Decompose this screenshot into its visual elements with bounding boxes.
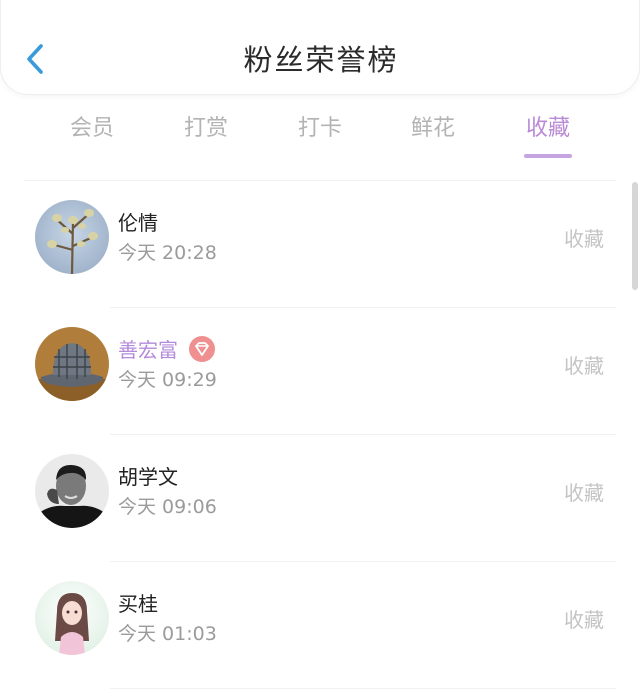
timestamp: 今天 20:28: [118, 242, 217, 264]
avatar[interactable]: [35, 454, 109, 528]
fan-honor-page: 粉丝荣誉榜 会员 打赏 打卡 鲜花 收藏 伦情 今天 20:28 收藏 善宏富 …: [0, 0, 640, 697]
tab-reward[interactable]: 打赏: [156, 110, 256, 148]
fan-name: 伦情: [118, 211, 158, 235]
fan-name: 善宏富: [118, 338, 178, 362]
fan-list: 伦情 今天 20:28 收藏 善宏富 今天 09:29 收藏 胡学文 今天 09…: [0, 181, 640, 689]
scrollbar[interactable]: [632, 182, 638, 290]
fan-name: 买桂: [118, 592, 158, 616]
divider: [110, 688, 616, 689]
timestamp: 今天 09:06: [118, 496, 217, 518]
list-item[interactable]: 伦情 今天 20:28 收藏: [0, 181, 640, 308]
action-label: 收藏: [564, 608, 604, 632]
action-label: 收藏: [564, 354, 604, 378]
list-item[interactable]: 善宏富 今天 09:29 收藏: [0, 308, 640, 435]
active-tab-indicator: [524, 154, 572, 158]
page-title: 粉丝荣誉榜: [243, 43, 399, 77]
anime-girl-photo: [35, 581, 109, 655]
fan-name: 胡学文: [118, 465, 178, 489]
man-portrait-photo: [35, 454, 109, 528]
action-label: 收藏: [564, 227, 604, 251]
tab-bar: 会员 打赏 打卡 鲜花 收藏: [0, 110, 640, 165]
timestamp: 今天 01:03: [118, 623, 217, 645]
willow-branch-photo: [35, 200, 109, 274]
list-item[interactable]: 胡学文 今天 09:06 收藏: [0, 435, 640, 562]
plaid-hat-photo: [35, 327, 109, 401]
tab-checkin[interactable]: 打卡: [270, 110, 370, 148]
header-bar: 粉丝荣誉榜: [0, 0, 640, 95]
timestamp: 今天 09:29: [118, 369, 217, 391]
diamond-badge-icon: [189, 336, 215, 362]
avatar[interactable]: [35, 200, 109, 274]
avatar[interactable]: [35, 327, 109, 401]
list-item[interactable]: 买桂 今天 01:03 收藏: [0, 562, 640, 689]
tab-favorites[interactable]: 收藏: [498, 110, 598, 148]
tab-flowers[interactable]: 鲜花: [383, 110, 483, 148]
tab-member[interactable]: 会员: [42, 110, 142, 148]
avatar[interactable]: [35, 581, 109, 655]
action-label: 收藏: [564, 481, 604, 505]
